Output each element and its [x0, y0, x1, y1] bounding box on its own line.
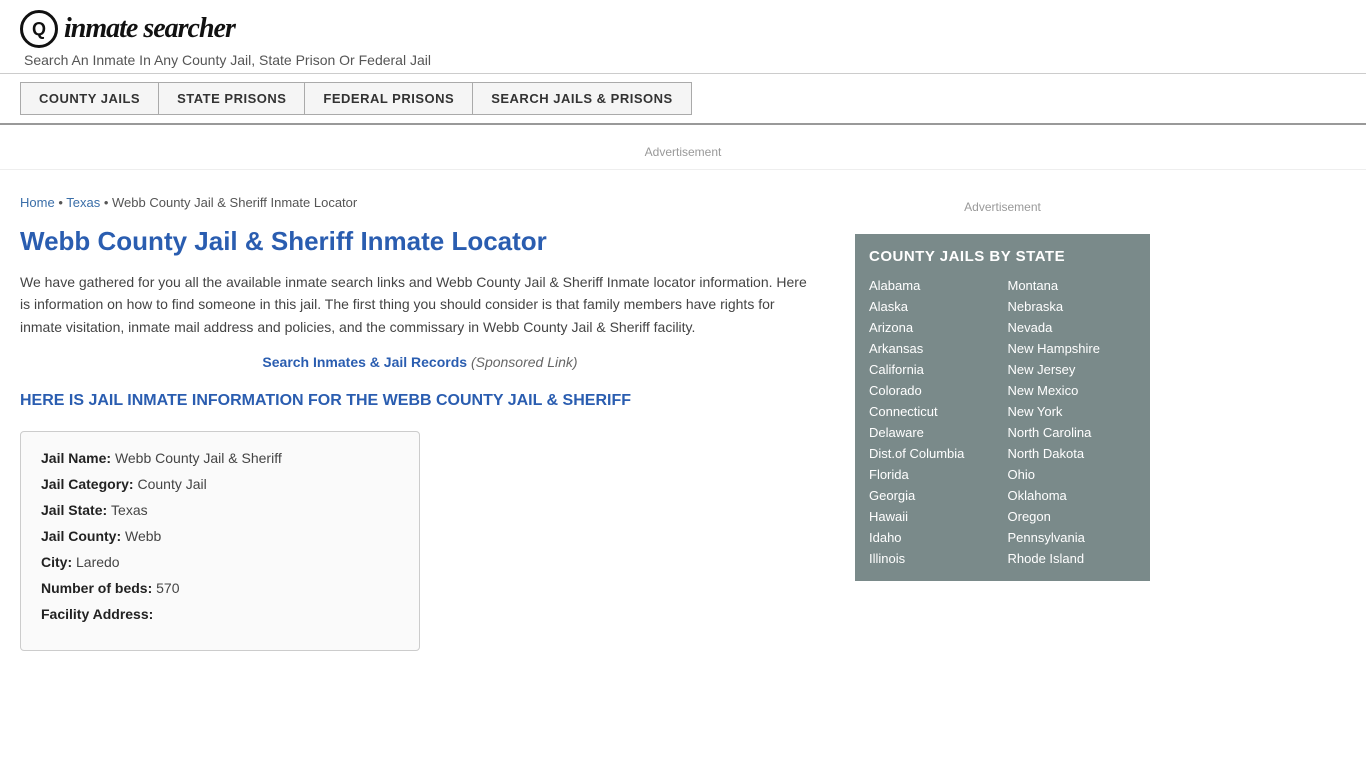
info-field: City: Laredo [41, 554, 399, 570]
state-link[interactable]: Nebraska [1008, 298, 1137, 315]
state-link[interactable]: New Jersey [1008, 361, 1137, 378]
state-link[interactable]: North Carolina [1008, 424, 1137, 441]
breadcrumb-home[interactable]: Home [20, 195, 55, 210]
state-link[interactable]: Illinois [869, 550, 998, 567]
sponsored-label: (Sponsored Link) [471, 354, 578, 370]
field-label: Jail State: [41, 502, 111, 518]
description: We have gathered for you all the availab… [20, 271, 820, 338]
main-nav: COUNTY JAILSSTATE PRISONSFEDERAL PRISONS… [0, 74, 1366, 125]
field-label: Jail Category: [41, 476, 137, 492]
top-ad: Advertisement [0, 125, 1366, 170]
nav-list: COUNTY JAILSSTATE PRISONSFEDERAL PRISONS… [20, 82, 1346, 115]
content-area: Home • Texas • Webb County Jail & Sherif… [20, 180, 840, 671]
sidebar: Advertisement COUNTY JAILS BY STATE Alab… [840, 180, 1150, 671]
sidebar-ad: Advertisement [855, 190, 1150, 234]
logo-icon: Q [20, 10, 58, 48]
tagline: Search An Inmate In Any County Jail, Sta… [24, 52, 1346, 68]
state-link[interactable]: New York [1008, 403, 1137, 420]
info-field: Number of beds: 570 [41, 580, 399, 596]
breadcrumb: Home • Texas • Webb County Jail & Sherif… [20, 195, 820, 210]
field-value: Texas [111, 502, 148, 518]
info-field: Facility Address: [41, 606, 399, 622]
breadcrumb-state[interactable]: Texas [66, 195, 100, 210]
state-link[interactable]: Montana [1008, 277, 1137, 294]
state-link[interactable]: Oklahoma [1008, 487, 1137, 504]
main-layout: Home • Texas • Webb County Jail & Sherif… [0, 180, 1200, 671]
county-jails-box: COUNTY JAILS BY STATE Alabama Montana Alas… [855, 234, 1150, 581]
county-jails-title: COUNTY JAILS BY STATE [869, 248, 1136, 265]
state-link[interactable]: Alaska [869, 298, 998, 315]
info-field: Jail Name: Webb County Jail & Sheriff [41, 450, 399, 466]
state-link[interactable]: Arizona [869, 319, 998, 336]
inmate-info-heading: HERE IS JAIL INMATE INFORMATION FOR THE … [20, 390, 820, 412]
state-link[interactable]: California [869, 361, 998, 378]
nav-item-federal-prisons[interactable]: FEDERAL PRISONS [304, 82, 473, 115]
logo-text: inmate searcher [64, 13, 235, 45]
state-link[interactable]: Colorado [869, 382, 998, 399]
state-link[interactable]: Georgia [869, 487, 998, 504]
field-label: Jail County: [41, 528, 125, 544]
state-link[interactable]: Oregon [1008, 508, 1137, 525]
info-card: Jail Name: Webb County Jail & SheriffJai… [20, 431, 420, 651]
info-field: Jail County: Webb [41, 528, 399, 544]
states-grid: Alabama Montana Alaska Nebraska Arizona Nevad… [869, 277, 1136, 567]
info-field: Jail Category: County Jail [41, 476, 399, 492]
state-link[interactable]: Alabama [869, 277, 998, 294]
breadcrumb-current: Webb County Jail & Sheriff Inmate Locato… [112, 195, 357, 210]
search-link-section: Search Inmates & Jail Records (Sponsored… [20, 354, 820, 370]
field-label: Facility Address: [41, 606, 153, 622]
field-value: Laredo [76, 554, 120, 570]
state-link[interactable]: Arkansas [869, 340, 998, 357]
state-link[interactable]: Idaho [869, 529, 998, 546]
state-link[interactable]: North Dakota [1008, 445, 1137, 462]
state-link[interactable]: Ohio [1008, 466, 1137, 483]
nav-item-search-jails-and-prisons[interactable]: SEARCH JAILS & PRISONS [472, 82, 691, 115]
state-link[interactable]: New Mexico [1008, 382, 1137, 399]
state-link[interactable]: Nevada [1008, 319, 1137, 336]
field-value: Webb [125, 528, 161, 544]
field-value: Webb County Jail & Sheriff [115, 450, 282, 466]
state-link[interactable]: Pennsylvania [1008, 529, 1137, 546]
info-field: Jail State: Texas [41, 502, 399, 518]
logo-area: Q inmate searcher [20, 10, 1346, 48]
state-link[interactable]: Dist.of Columbia [869, 445, 998, 462]
field-label: City: [41, 554, 76, 570]
state-link[interactable]: Florida [869, 466, 998, 483]
field-label: Number of beds: [41, 580, 156, 596]
state-link[interactable]: Delaware [869, 424, 998, 441]
breadcrumb-sep2: • [104, 195, 112, 210]
nav-item-state-prisons[interactable]: STATE PRISONS [158, 82, 305, 115]
state-link[interactable]: Hawaii [869, 508, 998, 525]
page-title: Webb County Jail & Sheriff Inmate Locato… [20, 226, 820, 257]
nav-item-county-jails[interactable]: COUNTY JAILS [20, 82, 159, 115]
search-inmates-link[interactable]: Search Inmates & Jail Records [262, 354, 467, 370]
field-value: County Jail [137, 476, 206, 492]
state-link[interactable]: Connecticut [869, 403, 998, 420]
field-value: 570 [156, 580, 179, 596]
header: Q inmate searcher Search An Inmate In An… [0, 0, 1366, 74]
state-link[interactable]: New Hampshire [1008, 340, 1137, 357]
state-link[interactable]: Rhode Island [1008, 550, 1137, 567]
field-label: Jail Name: [41, 450, 115, 466]
